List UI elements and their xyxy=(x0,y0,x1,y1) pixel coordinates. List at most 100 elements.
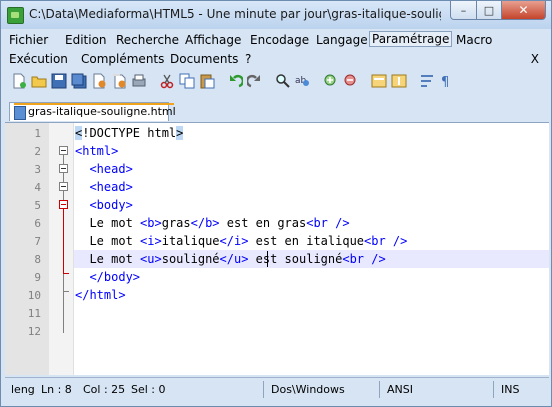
find-icon[interactable] xyxy=(275,73,291,89)
cut-icon[interactable] xyxy=(159,73,175,89)
menu-affichage[interactable]: Affichage xyxy=(185,33,241,47)
line-number: 5 xyxy=(34,199,41,212)
menu-documents[interactable]: Documents xyxy=(170,52,238,66)
code-line: <head> xyxy=(75,180,133,194)
status-encoding: ANSI xyxy=(387,383,413,396)
fold-guide-tail xyxy=(63,305,64,333)
status-separator xyxy=(493,381,494,398)
line-number: 12 xyxy=(27,325,41,338)
fold-end-html xyxy=(63,291,69,292)
fold-body-icon[interactable] xyxy=(59,200,68,209)
html-tag-token: </u> xyxy=(219,252,249,266)
word-wrap-icon[interactable] xyxy=(419,73,435,89)
show-all-chars-icon[interactable]: ¶ xyxy=(439,73,455,89)
html-tag-token: <head> xyxy=(89,180,133,194)
line-number: 8 xyxy=(34,253,41,266)
replace-icon[interactable]: ab xyxy=(295,73,311,89)
notepadpp-app-icon xyxy=(7,7,24,24)
text-token: est souligné xyxy=(248,252,343,266)
maximize-icon: □ xyxy=(483,3,495,17)
menu-help[interactable]: ? xyxy=(245,52,251,66)
window-title: C:\Data\Mediaforma\HTML5 - Une minute pa… xyxy=(29,7,441,21)
close-file-icon[interactable] xyxy=(91,73,107,89)
save-all-icon[interactable] xyxy=(71,73,87,89)
line-number-gutter: 1 2 3 4 5 6 7 8 9 10 11 12 xyxy=(5,123,49,375)
line-number: 4 xyxy=(34,181,41,194)
sync-horizontal-icon[interactable] xyxy=(391,73,407,89)
html-tag-token: <b> xyxy=(140,216,162,230)
html-tag-token: </body> xyxy=(89,270,141,284)
sync-vertical-icon[interactable] xyxy=(371,73,387,89)
print-icon[interactable] xyxy=(131,73,147,89)
line-number: 9 xyxy=(34,271,41,284)
title-bar[interactable]: C:\Data\Mediaforma\HTML5 - Une minute pa… xyxy=(1,1,551,29)
close-icon: ✕ xyxy=(518,3,529,17)
tab-bar: gras-italique-souligne.html xyxy=(5,100,549,123)
notepadpp-window: C:\Data\Mediaforma\HTML5 - Une minute pa… xyxy=(0,0,552,407)
close-document-button[interactable]: X xyxy=(531,52,539,66)
text-token: souligné xyxy=(161,252,220,266)
code-line: <!DOCTYPE html> xyxy=(75,126,184,140)
code-line: </html> xyxy=(75,288,126,302)
line-number: 3 xyxy=(34,163,41,176)
status-eol: Dos\Windows xyxy=(271,383,345,396)
menu-bar-row-2: Exécution Compléments Documents ? X xyxy=(7,51,547,69)
line-number: 10 xyxy=(27,289,41,302)
menu-edition[interactable]: Edition xyxy=(65,33,107,47)
menu-encodage[interactable]: Encodage xyxy=(250,33,309,47)
code-line: Le mot <i>italique</i> est en italique<b… xyxy=(75,234,407,248)
fold-head2-icon[interactable] xyxy=(59,182,68,191)
fold-head-icon[interactable] xyxy=(59,164,68,173)
toolbar: ab ¶ xyxy=(5,70,549,94)
text-token: Le mot xyxy=(75,234,141,248)
menu-macro[interactable]: Macro xyxy=(456,33,492,47)
html-tag-token: </b> xyxy=(190,216,220,230)
menu-bar: Fichier Edition Recherche Affichage Enco… xyxy=(7,31,547,51)
line-number: 11 xyxy=(27,307,41,320)
status-column: Col : 25 xyxy=(83,383,126,396)
fold-html-icon[interactable] xyxy=(59,146,68,155)
redo-icon[interactable] xyxy=(247,73,263,89)
copy-icon[interactable] xyxy=(179,73,195,89)
close-window-button[interactable]: ✕ xyxy=(502,1,546,20)
svg-text:¶: ¶ xyxy=(441,75,449,89)
paste-icon[interactable] xyxy=(199,73,215,89)
tab-gras-italique-souligne[interactable]: gras-italique-souligne.html xyxy=(9,102,176,121)
save-icon[interactable] xyxy=(51,73,67,89)
code-line: <head> xyxy=(75,162,132,176)
code-editor[interactable]: 1 2 3 4 5 6 7 8 9 10 11 12 <!DOCTYPE html> <html> <h… xyxy=(5,123,549,375)
new-file-icon[interactable] xyxy=(11,73,27,89)
tab-label: gras-italique-souligne.html xyxy=(28,105,176,118)
text-token: italique xyxy=(161,234,220,248)
menu-langage[interactable]: Langage xyxy=(316,33,368,47)
menu-fichier[interactable]: Fichier xyxy=(9,33,48,47)
minimize-icon: – xyxy=(460,3,467,17)
html-tag-token: <i> xyxy=(140,234,162,248)
fold-end-body xyxy=(63,273,69,274)
maximize-button[interactable]: □ xyxy=(477,1,502,20)
line-number: 6 xyxy=(34,217,41,230)
code-line: </body> xyxy=(75,270,140,284)
open-file-icon[interactable] xyxy=(31,73,47,89)
minimize-button[interactable]: – xyxy=(450,1,477,20)
text-token: est en gras xyxy=(219,216,307,230)
close-all-icon[interactable] xyxy=(111,73,127,89)
undo-icon[interactable] xyxy=(227,73,243,89)
menu-parametrage[interactable]: Paramétrage xyxy=(369,31,453,47)
html-tag-token: <br /> xyxy=(364,234,408,248)
html-tag-token: <html> xyxy=(75,144,119,158)
html-tag-token: </html> xyxy=(75,288,126,302)
menu-complements[interactable]: Compléments xyxy=(81,52,164,66)
html-tag-token: <br /> xyxy=(342,252,386,266)
zoom-out-icon[interactable] xyxy=(343,73,359,89)
text-token: Le mot xyxy=(75,216,141,230)
zoom-in-icon[interactable] xyxy=(323,73,339,89)
menu-execution[interactable]: Exécution xyxy=(9,52,68,66)
status-separator xyxy=(379,381,380,398)
line-number: 1 xyxy=(34,127,41,140)
code-line: <html> xyxy=(75,144,118,158)
code-line: <body> xyxy=(75,198,132,212)
text-token: Le mot xyxy=(75,252,141,266)
menu-recherche[interactable]: Recherche xyxy=(116,33,179,47)
